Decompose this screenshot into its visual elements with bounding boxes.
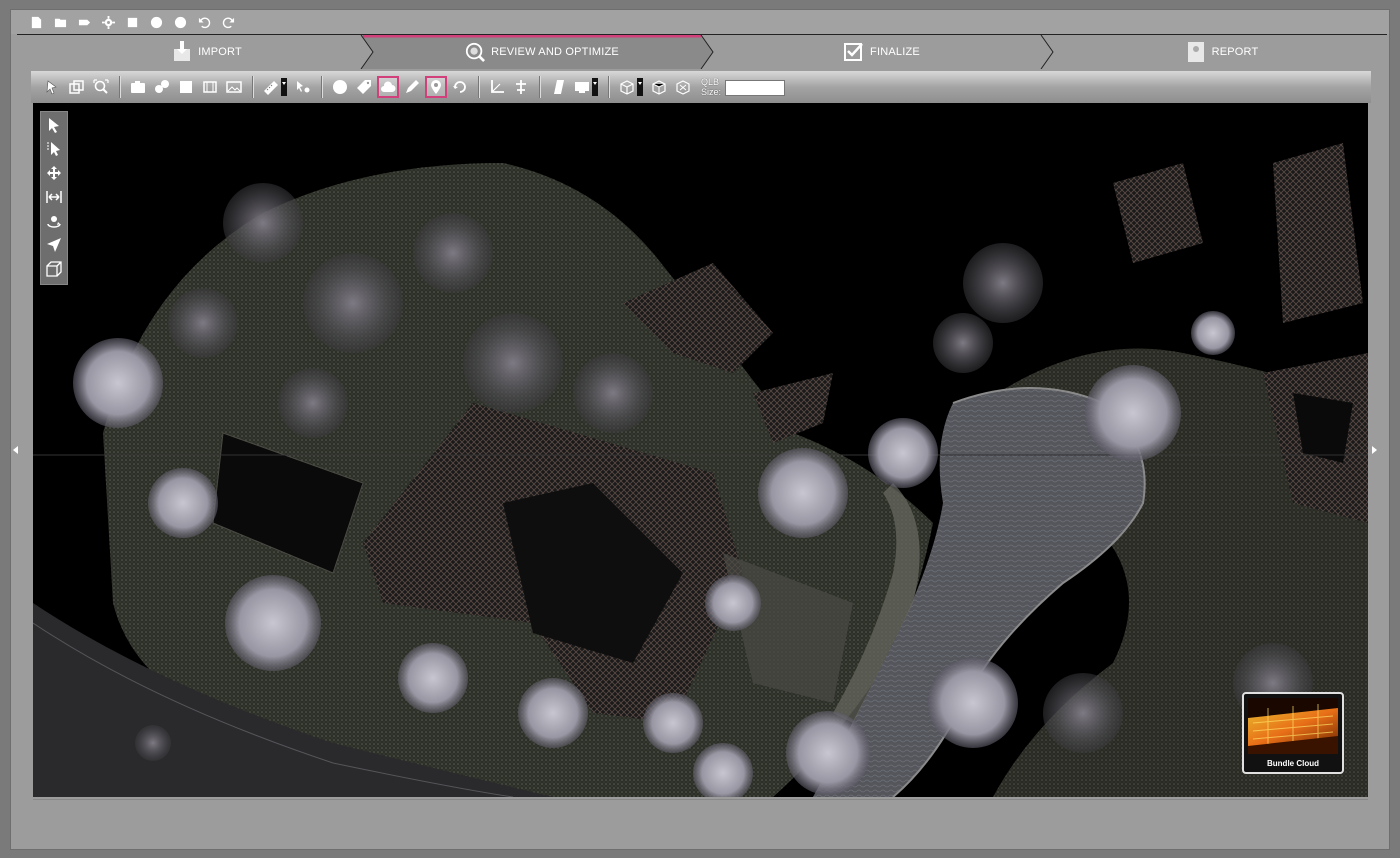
toolbar-separator — [119, 76, 120, 98]
orbit-icon[interactable] — [45, 212, 63, 230]
check-icon — [844, 41, 864, 63]
toolbar-separator — [478, 76, 479, 98]
frame-icon[interactable] — [201, 78, 219, 96]
bundle-cloud-preview — [1248, 698, 1338, 754]
toolbar-separator — [321, 76, 322, 98]
import-icon — [172, 41, 192, 63]
point-cloud-viewport[interactable]: Bundle Cloud — [33, 103, 1368, 797]
undo-icon[interactable] — [197, 15, 211, 29]
expand-right-panel-icon[interactable] — [1372, 446, 1377, 454]
square-icon[interactable] — [125, 15, 139, 29]
toolbar-separator — [252, 76, 253, 98]
display-icon[interactable] — [573, 78, 591, 96]
scan-positions-icon[interactable] — [153, 78, 171, 96]
step-finalize[interactable]: FINALIZE — [832, 35, 932, 69]
step-review-and-optimize[interactable]: REVIEW AND OPTIMIZE — [457, 35, 627, 69]
new-file-icon[interactable] — [29, 15, 43, 29]
wire-cube-icon[interactable] — [618, 78, 636, 96]
circle-icon[interactable] — [149, 15, 163, 29]
step-report[interactable]: REPORT — [1177, 35, 1267, 69]
fit-width-icon[interactable] — [45, 188, 63, 206]
refresh-pin-icon[interactable] — [451, 78, 469, 96]
zoom-extents-icon[interactable] — [92, 78, 110, 96]
cube-clip-icon[interactable] — [674, 78, 692, 96]
open-file-icon[interactable] — [53, 15, 67, 29]
cube-icon[interactable] — [177, 78, 195, 96]
step-review-label: REVIEW AND OPTIMIZE — [491, 46, 619, 58]
camera-icon[interactable] — [129, 78, 147, 96]
bundle-cloud-label: Bundle Cloud — [1267, 759, 1319, 768]
measure-tape-icon[interactable] — [262, 78, 280, 96]
pointer-point-icon[interactable] — [294, 78, 312, 96]
toolbar-separator — [608, 76, 609, 98]
axes-icon[interactable] — [488, 78, 506, 96]
point-cloud-scene — [33, 103, 1368, 797]
bundle-cloud-thumbnail[interactable]: Bundle Cloud — [1242, 692, 1344, 774]
fly-icon[interactable] — [45, 236, 63, 254]
qlb-size-label: QLB Size: — [701, 77, 721, 97]
copy-windows-icon[interactable] — [68, 78, 86, 96]
magnifier-icon — [465, 41, 486, 63]
image-icon[interactable] — [225, 78, 243, 96]
label-tag-icon[interactable] — [355, 78, 373, 96]
cloud-icon[interactable] — [377, 76, 399, 98]
pointer-icon[interactable] — [45, 116, 63, 134]
toolbar-separator — [539, 76, 540, 98]
step-report-label: REPORT — [1211, 46, 1259, 58]
qlb-size-input[interactable] — [725, 80, 786, 96]
main-toolbar: QLB Size: — [31, 71, 1371, 103]
collapse-left-panel-icon[interactable] — [13, 446, 18, 454]
pan-icon[interactable] — [45, 164, 63, 182]
step-import-label: IMPORT — [198, 46, 242, 58]
select-points-icon[interactable] — [44, 78, 62, 96]
cube-view-icon[interactable] — [650, 78, 668, 96]
display-dropdown[interactable] — [592, 78, 598, 96]
align-icon[interactable] — [512, 78, 530, 96]
sphere-icon[interactable] — [331, 78, 349, 96]
title-bar — [11, 10, 1389, 34]
pencil-icon[interactable] — [403, 78, 421, 96]
view-dropdown[interactable] — [637, 78, 643, 96]
application-window: IMPORT REVIEW AND OPTIMIZE FINALIZE REPO… — [10, 9, 1390, 850]
redo-icon[interactable] — [221, 15, 235, 29]
status-area — [33, 799, 1368, 847]
render-mode-icon[interactable] — [549, 78, 567, 96]
measure-dropdown[interactable] — [281, 78, 287, 96]
step-import[interactable]: IMPORT — [147, 35, 267, 69]
report-icon — [1186, 41, 1206, 63]
tag-icon[interactable] — [77, 15, 91, 29]
qlb-label: QLB — [701, 77, 720, 87]
screen-frame: IMPORT REVIEW AND OPTIMIZE FINALIZE REPO… — [0, 0, 1400, 858]
settings-icon[interactable] — [101, 15, 115, 29]
circle-icon[interactable] — [173, 15, 187, 29]
size-label: Size: — [701, 87, 722, 97]
map-pin-icon[interactable] — [425, 76, 447, 98]
step-finalize-label: FINALIZE — [870, 46, 920, 58]
navigation-palette — [40, 111, 68, 285]
workflow-steps: IMPORT REVIEW AND OPTIMIZE FINALIZE REPO… — [17, 34, 1387, 69]
select-pointer-icon[interactable] — [45, 140, 63, 158]
box-view-icon[interactable] — [45, 260, 63, 278]
